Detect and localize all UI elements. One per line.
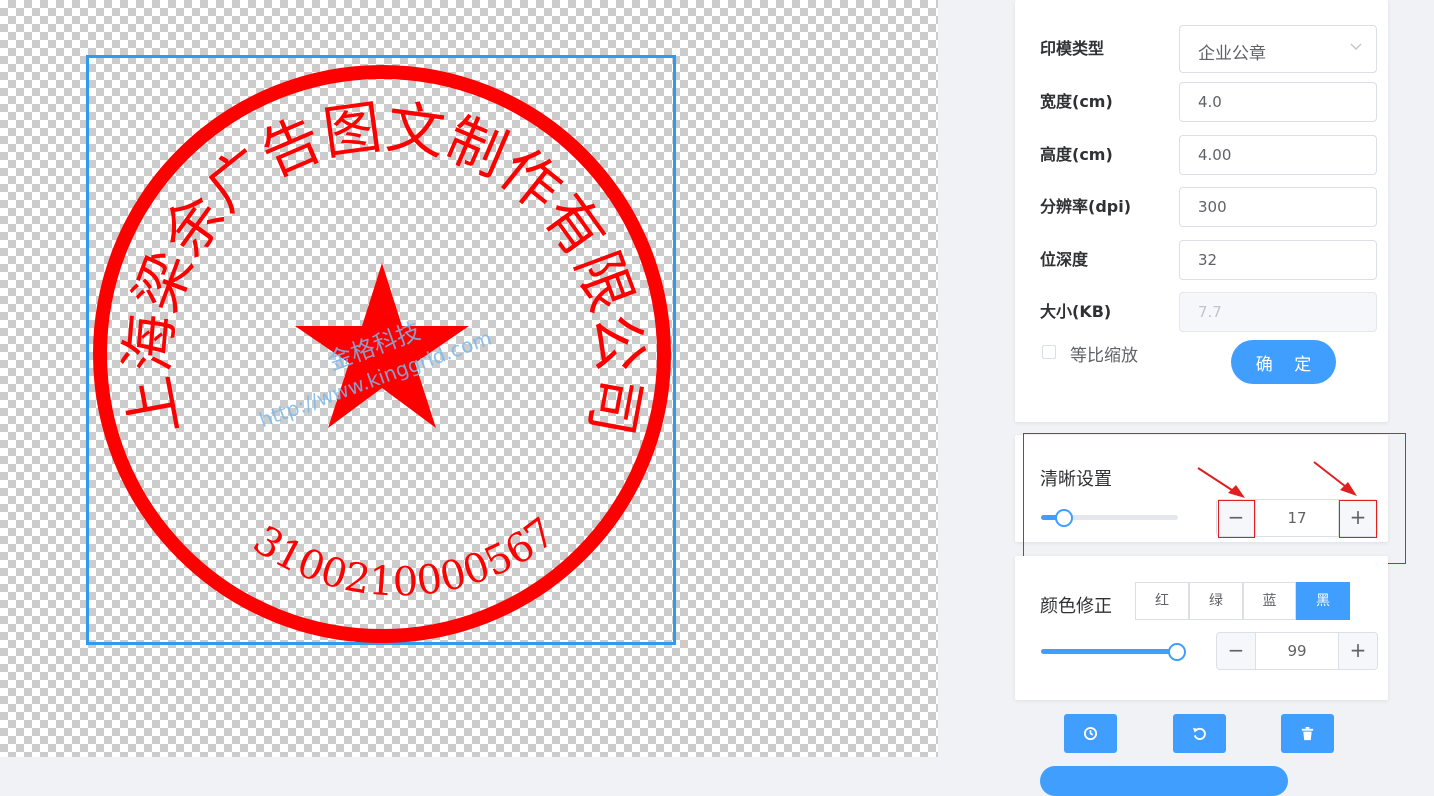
- confirm-button[interactable]: 确 定: [1231, 340, 1336, 384]
- annotation-plus-box: [1339, 500, 1377, 538]
- color-option-blue[interactable]: 蓝: [1243, 582, 1296, 620]
- color-slider-handle[interactable]: [1167, 642, 1186, 661]
- color-decrease-button[interactable]: −: [1217, 633, 1256, 669]
- chevron-down-icon: [1350, 43, 1362, 50]
- color-option-green[interactable]: 绿: [1189, 582, 1243, 620]
- width-input[interactable]: [1179, 82, 1377, 122]
- height-label: 高度(cm): [1040, 145, 1113, 164]
- color-panel: 颜色修正 红 绿 蓝 黑 − 99 +: [1015, 556, 1388, 700]
- depth-label: 位深度: [1040, 250, 1089, 269]
- seal-image: 上海梁余广告图文制作有限公司 3100210000567 金格科技 http:/…: [93, 65, 671, 643]
- annotation-arrows: [1197, 461, 1357, 498]
- seal-code-text: 3100210000567: [245, 509, 564, 605]
- keep-ratio-checkbox[interactable]: [1042, 345, 1056, 359]
- keep-ratio-label[interactable]: 等比缩放: [1070, 341, 1138, 366]
- width-label: 宽度(cm): [1040, 92, 1113, 111]
- undo-button[interactable]: [1173, 714, 1226, 753]
- trash-icon: [1301, 726, 1314, 741]
- color-stepper: − 99 +: [1216, 632, 1378, 670]
- undo-icon: [1192, 727, 1206, 740]
- type-label: 印模类型: [1040, 39, 1105, 58]
- bottom-action-button[interactable]: [1040, 766, 1288, 796]
- dpi-input[interactable]: [1179, 187, 1377, 227]
- color-option-black[interactable]: 黑: [1296, 582, 1350, 620]
- size-label: 大小(KB): [1040, 302, 1112, 321]
- color-increase-button[interactable]: +: [1338, 633, 1377, 669]
- color-value[interactable]: 99: [1255, 633, 1339, 669]
- size-input: [1179, 292, 1377, 332]
- depth-input[interactable]: [1179, 240, 1377, 280]
- type-select-value: 企业公章: [1198, 44, 1266, 64]
- seal-selection-frame[interactable]: 上海梁余广告图文制作有限公司 3100210000567 金格科技 http:/…: [86, 55, 676, 645]
- color-title: 颜色修正: [1040, 596, 1112, 617]
- color-options: 红 绿 蓝 黑: [1135, 582, 1350, 620]
- clock-icon: [1083, 726, 1098, 741]
- color-option-red[interactable]: 红: [1135, 582, 1189, 620]
- stamp-canvas[interactable]: 上海梁余广告图文制作有限公司 3100210000567 金格科技 http:/…: [0, 0, 938, 757]
- delete-button[interactable]: [1281, 714, 1334, 753]
- dpi-label: 分辨率(dpi): [1040, 197, 1132, 216]
- seal-params-panel: 印模类型 企业公章 宽度(cm) 高度(cm) 分辨率(dpi) 位深度 大小(…: [1015, 0, 1388, 422]
- height-input[interactable]: [1179, 135, 1377, 175]
- color-slider[interactable]: [1041, 642, 1186, 661]
- type-select[interactable]: 企业公章: [1179, 25, 1377, 73]
- annotation-minus-box: [1218, 500, 1255, 538]
- history-button[interactable]: [1064, 714, 1117, 753]
